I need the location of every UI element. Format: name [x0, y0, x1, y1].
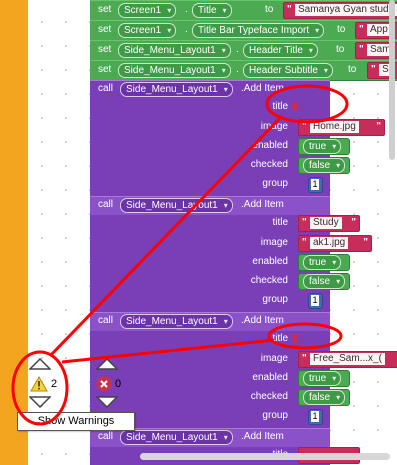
number-value[interactable]: 1 [311, 179, 319, 190]
property-dropdown[interactable]: Header Subtitle [243, 63, 333, 78]
empty-socket[interactable] [292, 334, 298, 343]
to-keyword: to [337, 24, 346, 35]
component-dropdown[interactable]: Screen1 [118, 23, 177, 38]
component-dropdown[interactable]: Side_Menu_Layout1 [120, 82, 233, 97]
text-value[interactable]: Samanya Gyan study & [295, 4, 397, 16]
method-name: .Add Item [241, 431, 284, 442]
warning-next-arrow-icon[interactable] [29, 396, 51, 408]
warning-triangle-icon [30, 376, 48, 392]
boolean-dropdown[interactable]: true [303, 139, 342, 154]
error-icon [96, 376, 112, 392]
text-block[interactable]: " Home.jpg " [298, 119, 385, 136]
text-value[interactable]: Home.jpg [310, 121, 359, 133]
component-dropdown[interactable]: Side_Menu_Layout1 [120, 430, 233, 445]
horizontal-scrollbar[interactable] [140, 453, 390, 460]
boolean-dropdown[interactable]: true [303, 255, 342, 270]
component-dropdown[interactable]: Side_Menu_Layout1 [118, 43, 231, 58]
boolean-dropdown[interactable]: true [303, 371, 342, 386]
property-dropdown[interactable]: Header Title [243, 43, 318, 58]
boolean-block[interactable]: false [298, 273, 350, 290]
component-dropdown[interactable]: Side_Menu_Layout1 [120, 198, 233, 213]
to-keyword: to [265, 4, 274, 15]
number-block[interactable]: 1 [308, 177, 323, 193]
set-block-header-title[interactable]: set Side_Menu_Layout1 . Header Title to … [90, 40, 397, 61]
set-keyword: set [98, 24, 112, 35]
boolean-dropdown[interactable]: false [303, 158, 346, 173]
property-dropdown[interactable]: Title Bar Typeface Import [192, 23, 325, 38]
set-block-header-subtitle[interactable]: set Side_Menu_Layout1 . Header Subtitle … [90, 60, 397, 81]
method-name: .Add Item [241, 83, 284, 94]
group-label: group [262, 178, 288, 189]
set-keyword: set [98, 44, 112, 55]
method-name: .Add Item [241, 315, 284, 326]
boolean-dropdown[interactable]: false [303, 390, 346, 405]
image-label: image [260, 121, 288, 132]
component-dropdown[interactable]: Side_Menu_Layout1 [120, 314, 233, 329]
boolean-block[interactable]: true [298, 254, 350, 271]
checked-label: checked [250, 159, 288, 170]
set-keyword: set [98, 4, 112, 15]
text-value[interactable]: ak1.jpg [310, 237, 349, 249]
text-block[interactable]: " Samanya Gyan study & [283, 2, 397, 19]
property-dropdown[interactable]: Title [192, 3, 232, 18]
checked-label: checked [250, 275, 288, 286]
text-block[interactable]: " Free_Sam...x_( [298, 351, 397, 368]
text-value[interactable]: App [367, 24, 391, 36]
number-value[interactable]: 1 [311, 295, 319, 306]
checked-label: checked [250, 391, 288, 402]
text-block[interactable]: " Study " [298, 215, 360, 232]
boolean-block[interactable]: true [298, 138, 350, 155]
error-count: 0 [115, 378, 122, 390]
boolean-dropdown[interactable]: false [303, 274, 346, 289]
show-warnings-tooltip[interactable]: Show Warnings [17, 412, 135, 431]
title-label: title [272, 101, 288, 112]
boolean-block[interactable]: false [298, 157, 350, 174]
warning-count: 2 [51, 378, 58, 390]
image-label: image [260, 237, 288, 248]
title-label: title [272, 333, 288, 344]
group-label: group [262, 294, 288, 305]
component-dropdown[interactable]: Screen1 [118, 3, 177, 18]
call-add-item-block[interactable]: call Side_Menu_Layout1 .Add Item title "… [90, 196, 372, 312]
title-label: title [272, 217, 288, 228]
text-block[interactable]: " ak1.jpg " [298, 235, 372, 252]
to-keyword: to [336, 44, 345, 55]
text-value[interactable]: Free_Sam...x_( [310, 353, 385, 365]
vertical-scrollbar[interactable] [389, 0, 395, 160]
call-add-item-block[interactable]: call Side_Menu_Layout1 .Add Item title i… [90, 80, 385, 196]
method-name: .Add Item [241, 199, 284, 210]
to-keyword: to [348, 64, 357, 75]
warning-prev-arrow-icon[interactable] [29, 358, 51, 370]
error-next-arrow-icon[interactable] [96, 396, 118, 408]
group-label: group [262, 410, 288, 421]
number-value[interactable]: 1 [311, 411, 319, 422]
call-keyword: call [98, 431, 114, 442]
error-prev-arrow-icon[interactable] [96, 358, 118, 370]
enabled-label: enabled [252, 256, 288, 267]
warning-indicator: 2 0 [16, 356, 136, 420]
call-keyword: call [98, 199, 114, 210]
enabled-label: enabled [252, 372, 288, 383]
number-block[interactable]: 1 [308, 293, 323, 309]
enabled-label: enabled [252, 140, 288, 151]
boolean-block[interactable]: false [298, 389, 350, 406]
set-block-screen-title[interactable]: set Screen1 . Title to " Samanya Gyan st… [90, 0, 397, 21]
image-label: image [260, 353, 288, 364]
set-keyword: set [98, 64, 112, 75]
call-keyword: call [98, 83, 114, 94]
boolean-block[interactable]: true [298, 370, 350, 387]
call-keyword: call [98, 315, 114, 326]
number-block[interactable]: 1 [308, 409, 323, 425]
text-value[interactable]: Study [310, 217, 342, 229]
set-block-title-typeface[interactable]: set Screen1 . Title Bar Typeface Import … [90, 20, 397, 41]
empty-socket[interactable] [292, 102, 298, 111]
component-dropdown[interactable]: Side_Menu_Layout1 [118, 63, 231, 78]
